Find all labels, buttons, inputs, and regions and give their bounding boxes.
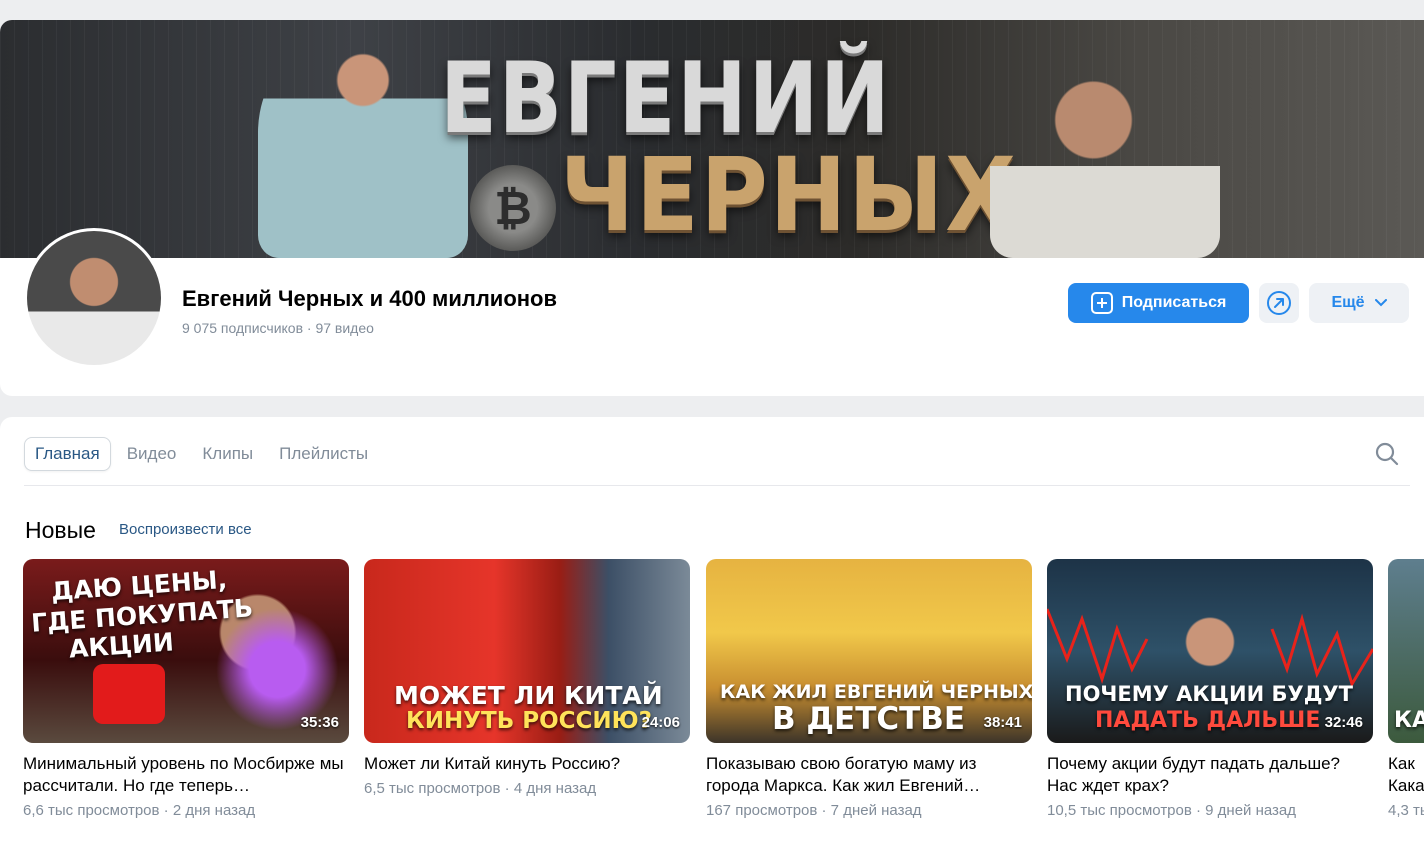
video-duration: 38:41: [983, 714, 1022, 731]
video-title[interactable]: Может ли Китай кинуть Россию?: [364, 753, 690, 775]
channel-content: Главная Видео Клипы Плейлисты Новые Восп…: [0, 417, 1424, 843]
channel-name: Евгений Черных и 400 миллионов: [182, 286, 558, 311]
video-duration: 35:36: [300, 714, 339, 731]
cover-title-line2: ЧЕРНЫХ: [560, 136, 1018, 255]
certificate-icon: [93, 664, 165, 724]
tab-videos[interactable]: Видео: [117, 437, 187, 471]
video-thumbnail[interactable]: КАК ЖИЛ ЕВГЕНИЙ ЧЕРНЫХ В ДЕТСТВЕ 38:41: [706, 559, 1032, 743]
video-card[interactable]: МОЖЕТ ЛИ КИТАЙ КИНУТЬ РОССИЮ? 24:06 Може…: [364, 559, 690, 797]
channel-tabs: Главная Видео Клипы Плейлисты: [24, 437, 378, 471]
thumbnail-caption-line: АКЦИИ: [68, 627, 175, 664]
cover-title-line1: ЕВГЕНИЙ: [440, 42, 892, 156]
video-meta: 4,3 ты: [1388, 802, 1424, 819]
video-title[interactable]: Показываю свою богатую маму из города Ма…: [706, 753, 1032, 797]
video-title[interactable]: Почему акции будут падать дальше? Нас жд…: [1047, 753, 1373, 797]
video-meta: 10,5 тыс просмотров · 9 дней назад: [1047, 802, 1297, 819]
search-button[interactable]: [1372, 439, 1402, 469]
thumbnail-caption-line: КА: [1394, 708, 1424, 733]
channel-avatar[interactable]: [24, 228, 164, 368]
video-duration: 32:46: [1324, 714, 1363, 731]
thumbnail-caption-line: КИНУТЬ РОССИЮ?: [406, 708, 653, 734]
search-icon: [1375, 442, 1399, 466]
cover-person-left: [258, 30, 468, 258]
share-button[interactable]: [1259, 283, 1299, 323]
play-all-link[interactable]: Воспроизвести все: [119, 521, 252, 538]
video-card[interactable]: ПОЧЕМУ АКЦИИ БУДУТ ПАДАТЬ ДАЛЬШЕ 32:46 П…: [1047, 559, 1373, 819]
channel-cover: ₿ ЕВГЕНИЙ ЧЕРНЫХ: [0, 20, 1424, 258]
thumbnail-caption-line: ПОЧЕМУ АКЦИИ БУДУТ: [1065, 682, 1353, 706]
subscribe-button[interactable]: Подписаться: [1068, 283, 1249, 323]
thumbnail-caption-line: В ДЕТСТВЕ: [772, 701, 966, 737]
video-duration: 24:06: [641, 714, 680, 731]
thumbnail-caption-line: МОЖЕТ ЛИ КИТАЙ: [394, 681, 663, 710]
video-card[interactable]: ДАЮ ЦЕНЫ, ГДЕ ПОКУПАТЬ АКЦИИ 35:36 Миним…: [23, 559, 349, 819]
video-meta: 167 просмотров · 7 дней назад: [706, 802, 922, 819]
chevron-down-icon: [1374, 299, 1387, 307]
channel-stats: 9 075 подписчиков · 97 видео: [182, 320, 374, 336]
video-thumbnail[interactable]: ПОЧЕМУ АКЦИИ БУДУТ ПАДАТЬ ДАЛЬШЕ 32:46: [1047, 559, 1373, 743]
subscribe-label: Подписаться: [1121, 294, 1227, 311]
more-button[interactable]: Ещё: [1309, 283, 1409, 323]
section-title: Новые: [25, 517, 96, 543]
video-meta: 6,6 тыс просмотров · 2 дня назад: [23, 802, 256, 819]
tab-main[interactable]: Главная: [24, 437, 111, 471]
tabs-divider: [24, 485, 1410, 486]
video-card[interactable]: КА Как Какая 4,3 ты: [1388, 559, 1424, 819]
thumbnail-caption-line: ПАДАТЬ ДАЛЬШЕ: [1095, 708, 1321, 733]
video-thumbnail[interactable]: ДАЮ ЦЕНЫ, ГДЕ ПОКУПАТЬ АКЦИИ 35:36: [23, 559, 349, 743]
avatar-image: [27, 231, 161, 365]
plus-square-icon: [1090, 292, 1113, 314]
video-meta: 6,5 тыс просмотров · 4 дня назад: [364, 780, 597, 797]
video-thumbnail[interactable]: КА: [1388, 559, 1424, 743]
tab-playlists[interactable]: Плейлисты: [269, 437, 378, 471]
bitcoin-icon: ₿: [470, 165, 556, 251]
cover-person-right: [990, 28, 1220, 258]
video-card[interactable]: КАК ЖИЛ ЕВГЕНИЙ ЧЕРНЫХ В ДЕТСТВЕ 38:41 П…: [706, 559, 1032, 819]
arrow-up-right-circle-icon: [1267, 291, 1291, 315]
channel-header: ₿ ЕВГЕНИЙ ЧЕРНЫХ Евгений Черных и 400 ми…: [0, 20, 1424, 396]
tab-clips[interactable]: Клипы: [192, 437, 263, 471]
video-title[interactable]: Минимальный уровень по Мосбирже мы рассч…: [23, 753, 349, 797]
thumbnail-caption-line: КАК ЖИЛ ЕВГЕНИЙ ЧЕРНЫХ: [720, 681, 1032, 703]
video-thumbnail[interactable]: МОЖЕТ ЛИ КИТАЙ КИНУТЬ РОССИЮ? 24:06: [364, 559, 690, 743]
video-title[interactable]: Как Какая: [1388, 753, 1424, 797]
more-label: Ещё: [1331, 294, 1365, 311]
